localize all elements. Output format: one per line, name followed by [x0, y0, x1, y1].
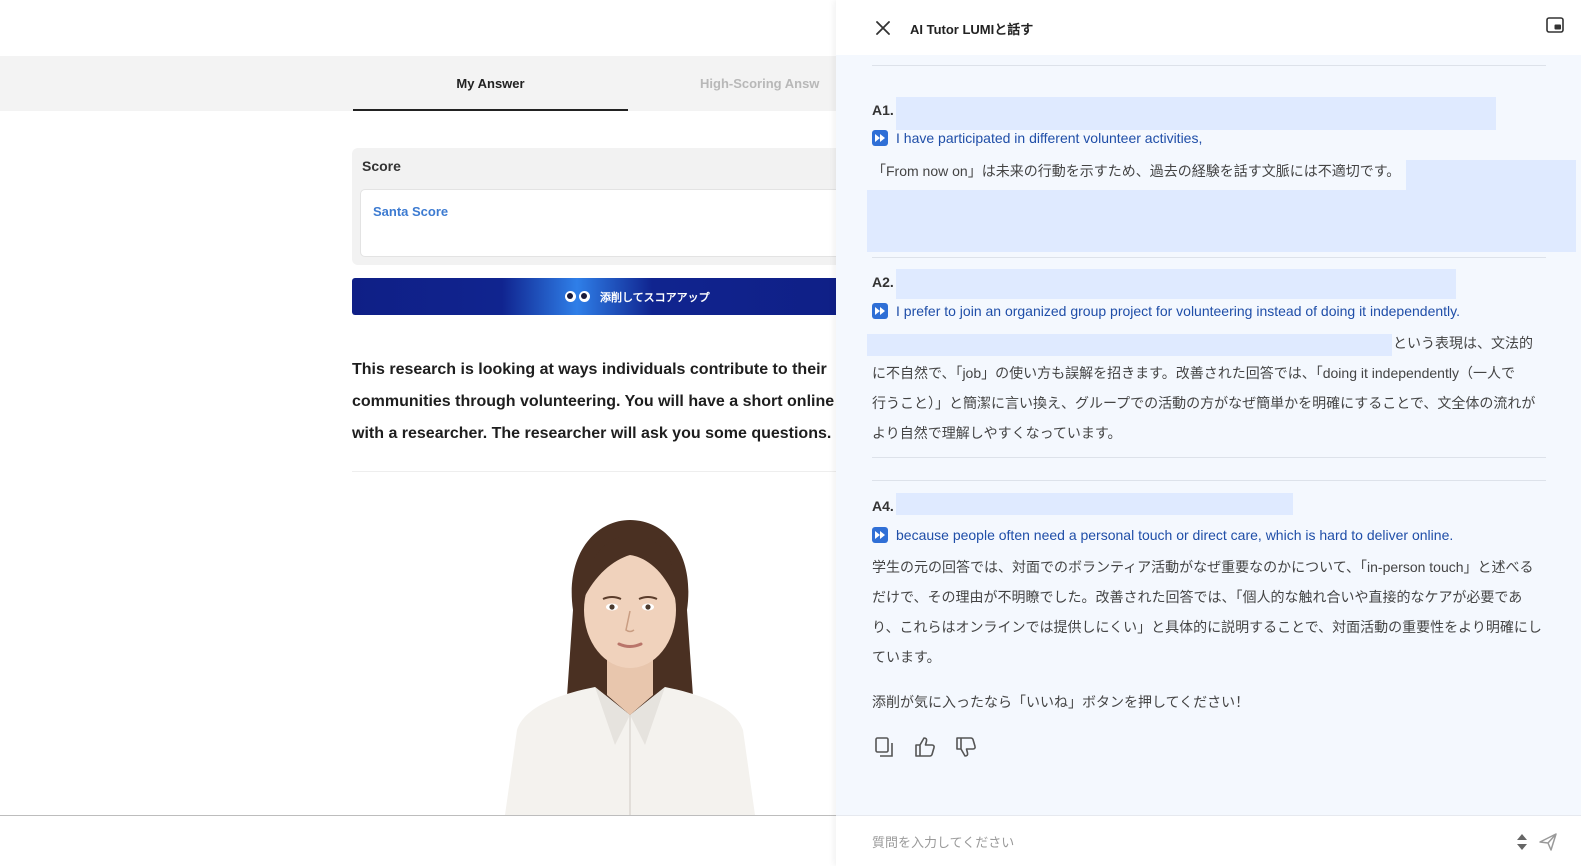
explanation-text: という表現は、文法的: [1393, 335, 1533, 351]
score-box: Santa Score: [360, 189, 836, 257]
divider: [872, 457, 1546, 458]
highlight-band: [896, 97, 1496, 130]
explanation-text: 学生の元の回答では、対面でのボランティア活動がなぜ重要なのかについて、「in-p…: [872, 559, 1534, 575]
divider: [872, 257, 1546, 258]
improved-sentence-a2: I prefer to join an organized group proj…: [872, 303, 1460, 319]
highlight-band: [896, 269, 1456, 299]
message-actions: [872, 735, 978, 759]
main-page: My Answer High-Scoring Answ Score Santa …: [0, 0, 836, 866]
passage-line: communities through volunteering. You wi…: [352, 393, 835, 410]
bottom-bar: [0, 815, 836, 866]
score-up-label: 添削してスコアアップ: [600, 291, 710, 304]
improved-sentence-a4: because people often need a personal tou…: [872, 527, 1453, 543]
score-card: Score Santa Score: [352, 148, 836, 265]
explanation-text: 「From now on」は未来の行動を示すため、過去の経験を話す文脈には不適切…: [872, 163, 1401, 179]
explanation-text: ています。: [872, 649, 941, 665]
thumbs-up-icon[interactable]: [913, 735, 937, 759]
divider: [352, 471, 836, 472]
fast-forward-icon: [872, 130, 888, 146]
answer-key-a2: A2.: [872, 274, 894, 290]
question-input[interactable]: [872, 830, 1472, 854]
researcher-portrait: [505, 520, 755, 815]
improved-text: I prefer to join an organized group proj…: [896, 303, 1460, 319]
panel-header: AI Tutor LUMIと話す: [836, 0, 1581, 55]
passage-line: This research is looking at ways individ…: [352, 361, 827, 378]
highlight-band: [867, 190, 1576, 252]
fast-forward-icon: [872, 303, 888, 319]
answer-key-a1: A1.: [872, 102, 894, 118]
panel-title: AI Tutor LUMIと話す: [910, 22, 1034, 37]
stepper-icon[interactable]: [1516, 830, 1528, 854]
highlight-band: [896, 493, 1293, 515]
thumbs-down-icon[interactable]: [954, 735, 978, 759]
divider: [872, 65, 1546, 66]
answer-key-a4: A4.: [872, 498, 894, 514]
close-icon[interactable]: [872, 17, 894, 39]
answer-tabs: My Answer High-Scoring Answ: [0, 56, 836, 111]
chat-message: A1. I have participated in different vol…: [836, 55, 1581, 815]
fast-forward-icon: [872, 527, 888, 543]
copy-icon[interactable]: [872, 735, 896, 759]
mascot-eyes-icon: [565, 291, 590, 302]
explanation-text: 行うこと）」と簡潔に言い換え、グループでの活動の方がなぜ簡単かを明確にすることで…: [872, 395, 1536, 411]
send-icon[interactable]: [1538, 832, 1558, 852]
question-input-bar: [836, 815, 1581, 866]
highlight-band: [867, 334, 1392, 356]
improved-text: I have participated in different volunte…: [896, 130, 1203, 146]
like-prompt: 添削が気に入ったなら「いいね」ボタンを押してください！: [872, 694, 1250, 710]
explanation-text: り、これらはオンラインでは提供しにくい」と具体的に説明することで、対面活動の重要…: [872, 619, 1542, 635]
score-title: Score: [362, 158, 401, 174]
improved-text: because people often need a personal tou…: [896, 527, 1454, 543]
explanation-text: だけで、その理由が不明瞭でした。改善された回答では、「個人的な触れ合いや直接的な…: [872, 589, 1523, 605]
explanation-text: に不自然で、「job」の使い方も誤解を招きます。改善された回答では、「doing…: [872, 365, 1515, 381]
tab-my-answer[interactable]: My Answer: [353, 56, 628, 111]
score-up-button[interactable]: 添削してスコアアップ: [352, 278, 836, 315]
improved-sentence-a1: I have participated in different volunte…: [872, 130, 1202, 146]
explanation-text: より自然で理解しやすくなっています。: [872, 425, 1122, 441]
santa-score-label: Santa Score: [373, 204, 449, 219]
divider: [872, 480, 1546, 481]
picture-in-picture-icon[interactable]: [1546, 17, 1564, 33]
highlight-band: [1406, 160, 1576, 190]
passage-line: with a researcher. The researcher will a…: [352, 425, 832, 442]
tab-high-scoring-answer[interactable]: High-Scoring Answ: [700, 56, 836, 111]
ai-tutor-panel: AI Tutor LUMIと話す A1. I have participated…: [836, 0, 1581, 866]
question-passage: This research is looking at ways individ…: [352, 354, 836, 450]
